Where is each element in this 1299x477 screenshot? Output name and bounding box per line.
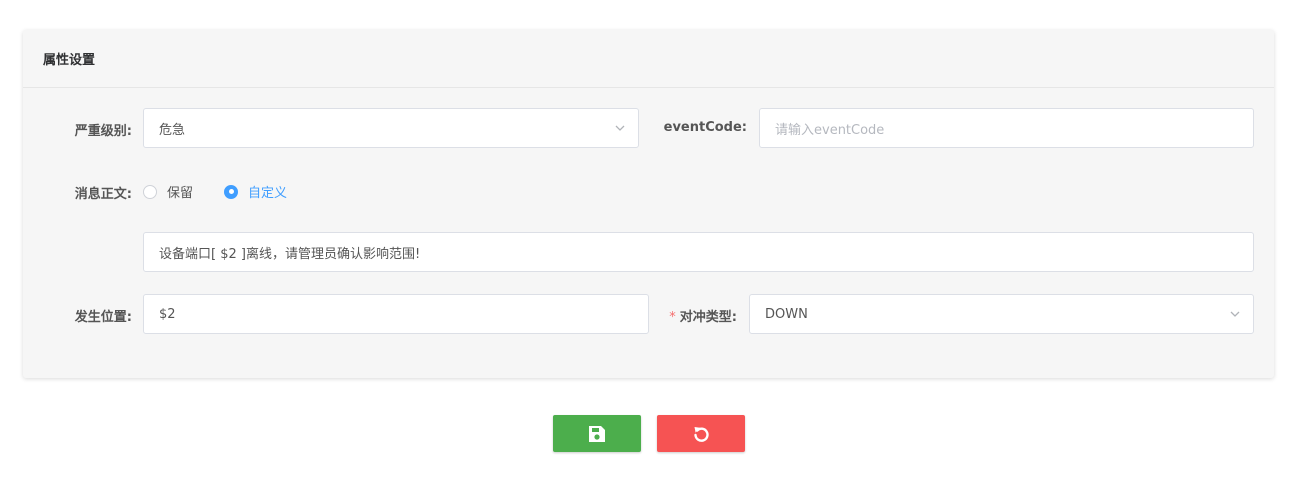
location-label: 发生位置:	[74, 310, 132, 325]
severity-value: 危急	[159, 122, 186, 138]
property-settings-panel: 属性设置 严重级别: 危急 eventCode: 请输入eventCode 消息…	[23, 30, 1274, 378]
location-input[interactable]: $2	[143, 294, 649, 334]
counter-type-label-text: 对冲类型:	[679, 310, 737, 325]
reset-button[interactable]	[657, 415, 745, 452]
chevron-down-icon	[1230, 311, 1240, 317]
counter-type-select[interactable]: DOWN	[749, 294, 1254, 334]
radio-keep-circle[interactable]	[143, 184, 157, 199]
event-code-input[interactable]: 请输入eventCode	[759, 108, 1254, 148]
message-body-label: 消息正文:	[74, 187, 132, 202]
severity-select[interactable]: 危急	[143, 108, 639, 148]
counter-type-label: * 对冲类型:	[653, 306, 737, 325]
required-mark: *	[669, 310, 676, 325]
severity-label: 严重级别:	[74, 124, 132, 139]
save-button[interactable]	[553, 415, 641, 452]
panel-title: 属性设置	[23, 30, 1274, 88]
custom-message-value: 设备端口[ $2 ]离线，请管理员确认影响范围!	[159, 246, 421, 262]
radio-custom[interactable]: 自定义	[224, 182, 287, 201]
radio-custom-label: 自定义	[248, 186, 288, 201]
radio-custom-circle[interactable]	[224, 184, 238, 199]
event-code-label: eventCode:	[663, 120, 747, 135]
radio-keep-label: 保留	[167, 186, 194, 201]
save-icon	[589, 425, 605, 442]
reset-icon	[694, 426, 709, 442]
event-code-placeholder: 请输入eventCode	[775, 122, 885, 138]
location-value: $2	[159, 306, 176, 322]
counter-type-value: DOWN	[765, 306, 808, 322]
radio-keep[interactable]: 保留	[143, 182, 193, 201]
custom-message-input[interactable]: 设备端口[ $2 ]离线，请管理员确认影响范围!	[143, 232, 1254, 272]
